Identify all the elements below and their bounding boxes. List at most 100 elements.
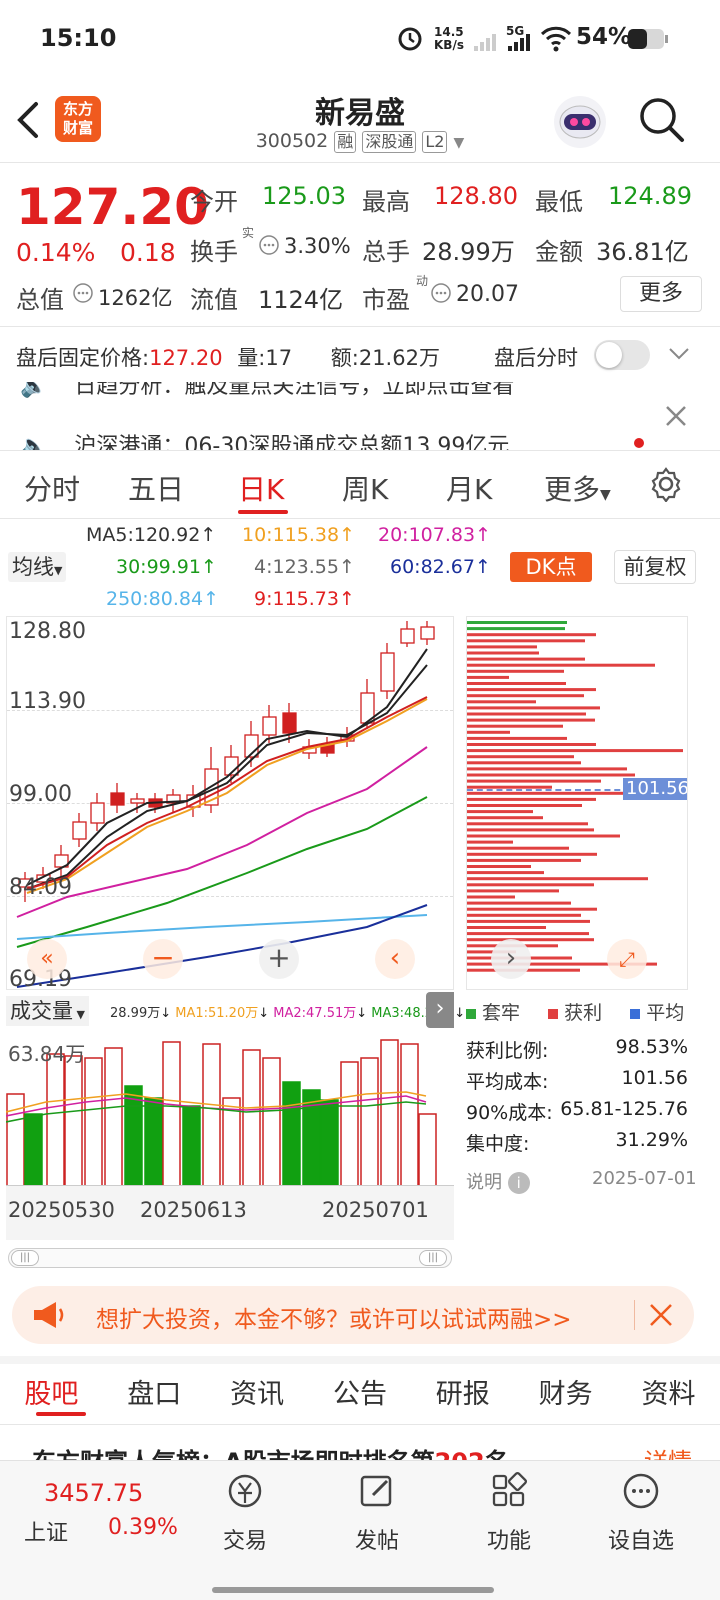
- tab-announcements[interactable]: 公告: [333, 1372, 387, 1422]
- dk-point-button[interactable]: DK点: [510, 552, 592, 582]
- back-button[interactable]: [14, 98, 44, 142]
- change-percent: 0.14%: [16, 238, 96, 267]
- chip-bar: [467, 926, 546, 929]
- info-icon: i: [507, 1172, 530, 1194]
- chip-bar: [467, 736, 567, 740]
- app-logo[interactable]: 东方 财富: [55, 96, 101, 142]
- tab-underline: [238, 510, 288, 514]
- chip-bar: [467, 938, 594, 942]
- zoom-in-icon[interactable]: +: [259, 939, 299, 979]
- robot-assistant-icon[interactable]: [552, 94, 608, 150]
- tab-monthly-k[interactable]: 月K: [446, 468, 492, 508]
- chip-bar: [467, 730, 510, 734]
- y-label-3: 99.00: [9, 782, 72, 807]
- index-change: 0.39%: [108, 1515, 178, 1540]
- info-dots-icon[interactable]: [258, 234, 280, 260]
- settings-gear-icon[interactable]: [648, 466, 684, 506]
- tab-pankou[interactable]: 盘口: [127, 1372, 181, 1422]
- volume-bar: [84, 1057, 103, 1185]
- volume-bar: [418, 1113, 437, 1185]
- chip-bar: [467, 822, 588, 826]
- current-price: 127.20: [16, 178, 209, 236]
- turnover-value: 3.30%: [284, 234, 351, 258]
- kline-chart[interactable]: 128.80 113.90 99.00 84.09 69.19 « − + ‹: [6, 616, 454, 990]
- more-quote-button[interactable]: 更多: [620, 276, 702, 312]
- chip-bar: [467, 810, 533, 814]
- chip-bar: [467, 724, 563, 728]
- chip-bar: [467, 816, 543, 820]
- expand-icon[interactable]: ⤢: [607, 939, 647, 979]
- chart-scrollbar[interactable]: ||| |||: [8, 1248, 452, 1268]
- nav-trade[interactable]: 交易: [190, 1471, 300, 1555]
- afterhours-row: 盘后固定价格:127.20 量:17 额:21.62万: [16, 346, 440, 370]
- popularity-ticker[interactable]: 东方财富人气榜：A股市场即时排名第202名 详情: [32, 1442, 692, 1462]
- index-quote[interactable]: 3457.75 上证 0.39%: [20, 1479, 190, 1559]
- afterhours-chart-label: 盘后分时: [494, 346, 578, 370]
- news-line-1: 🔈 日趋分析：触及量点关注信号，立即点击查看: [20, 382, 514, 400]
- chip-bar: [467, 663, 655, 667]
- status-time: 15:10: [40, 24, 117, 52]
- index-value: 3457.75: [44, 1479, 144, 1507]
- date-label-1: 20250530: [8, 1198, 115, 1222]
- chevron-down-icon[interactable]: [668, 346, 690, 366]
- chip-note[interactable]: 说明 i: [466, 1168, 530, 1194]
- search-icon[interactable]: [638, 96, 686, 148]
- candle-body: [90, 802, 105, 824]
- chip-bar: [467, 797, 596, 801]
- tab-weekly-k[interactable]: 周K: [342, 468, 388, 508]
- chip-bar: [467, 755, 574, 759]
- volume-bar: [46, 1053, 65, 1185]
- tab-intraday[interactable]: 分时: [24, 468, 80, 508]
- ma60-value: 60:82.67↑: [390, 556, 491, 578]
- pe-label: 市盈: [362, 286, 410, 314]
- tab-news[interactable]: 资讯: [230, 1372, 284, 1422]
- chevron-right-icon[interactable]: ›: [491, 939, 531, 979]
- double-left-icon[interactable]: «: [27, 939, 67, 979]
- stock-code-row[interactable]: 300502 融 深股通 L2 ▼: [240, 130, 480, 153]
- tab-five-day[interactable]: 五日: [128, 468, 184, 508]
- legend-swatch-avg: [630, 1009, 641, 1019]
- more-dots-icon: [621, 1471, 661, 1515]
- volume-max-label: 63.84万: [8, 1042, 86, 1066]
- tab-more[interactable]: 更多▼: [544, 468, 611, 508]
- info-dots-icon[interactable]: [72, 282, 94, 308]
- signal-weak-icon: [472, 30, 500, 56]
- chip-bar: [467, 773, 635, 777]
- volume-expand-button[interactable]: ›: [426, 992, 454, 1028]
- volume-selector[interactable]: 成交量 ▼: [6, 996, 89, 1026]
- section-tabs: 股吧 盘口 资讯 公告 研报 财务 资料: [0, 1372, 720, 1422]
- chip-bar: [467, 791, 628, 795]
- zoom-out-icon[interactable]: −: [143, 939, 183, 979]
- info-dots-icon[interactable]: [430, 282, 452, 308]
- chip-bar: [467, 828, 594, 832]
- mktcap-value: 1262亿: [98, 286, 173, 310]
- amount-value: 36.81亿: [596, 238, 689, 266]
- chevron-left-icon[interactable]: ‹: [375, 939, 415, 979]
- tab-profile[interactable]: 资料: [641, 1372, 695, 1422]
- chip-bar: [467, 889, 559, 893]
- nav-add-watchlist[interactable]: 设自选: [586, 1471, 696, 1555]
- chip-stat-row: 集中度: 31.29%: [466, 1129, 688, 1155]
- ma20-value: 20:107.83↑: [378, 524, 491, 546]
- y-label-4: 84.09: [9, 875, 72, 900]
- news-ticker[interactable]: 🔈 日趋分析：触及量点关注信号，立即点击查看 🔈 沪深港通：06-30深股通成交…: [0, 382, 720, 450]
- candle-body: [380, 652, 395, 692]
- close-icon[interactable]: [664, 404, 688, 432]
- alarm-icon: [396, 24, 424, 56]
- tab-research[interactable]: 研报: [436, 1372, 490, 1422]
- afterhours-toggle[interactable]: [594, 340, 650, 370]
- adjust-button[interactable]: 前复权: [614, 550, 696, 584]
- tab-finance[interactable]: 财务: [539, 1372, 593, 1422]
- volume-bar: [242, 1049, 261, 1185]
- volume-chart[interactable]: 63.84万: [6, 1032, 454, 1186]
- volume-bar: [380, 1039, 399, 1185]
- margin-banner[interactable]: 想扩大投资，本金不够？或许可以试试两融>>: [12, 1286, 694, 1344]
- nav-functions[interactable]: 功能: [454, 1471, 564, 1555]
- chip-distribution-chart[interactable]: 101.56 › ⤢: [466, 616, 688, 990]
- scroll-handle-left: |||: [11, 1250, 39, 1266]
- tab-daily-k[interactable]: 日K: [238, 468, 284, 508]
- candle-body: [282, 712, 297, 734]
- ma-selector[interactable]: 均线▼: [8, 552, 67, 582]
- nav-post[interactable]: 发帖: [322, 1471, 432, 1555]
- section-tab-underline: [36, 1412, 86, 1416]
